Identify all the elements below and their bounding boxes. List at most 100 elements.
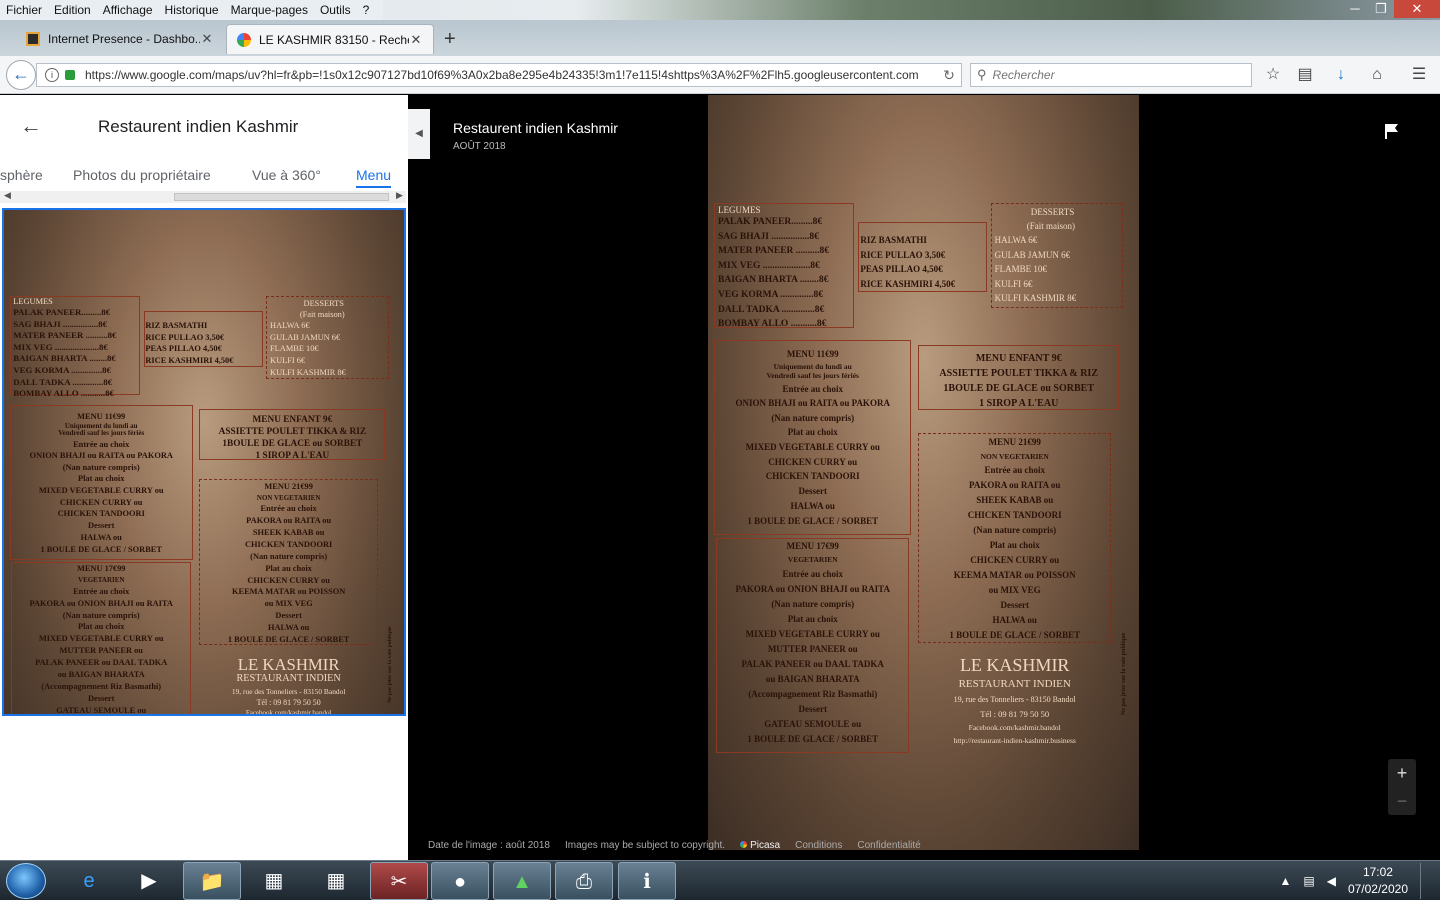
zoom-out-button[interactable]: −: [1388, 787, 1416, 815]
restore-icon[interactable]: ❐: [1368, 0, 1394, 18]
back-arrow-icon[interactable]: ←: [20, 113, 42, 139]
menu-text: 1 SIROP A L'EAU: [255, 450, 330, 461]
menu-text: KEEMA MATAR ou POISSON: [953, 570, 1076, 580]
tab-menu[interactable]: Menu: [356, 167, 392, 188]
tab-360-view[interactable]: Vue à 360°: [252, 167, 321, 183]
horizontal-scrollbar[interactable]: ◀ ▶: [0, 190, 406, 203]
menu-text: DALL TADKA ..............8€: [718, 304, 825, 315]
info-window-icon[interactable]: ℹ: [618, 862, 676, 900]
info-icon[interactable]: i: [45, 68, 59, 82]
reading-list-icon[interactable]: ▤: [1294, 65, 1316, 85]
tab-title: LE KASHMIR 83150 - Reche...: [259, 32, 409, 47]
menu-text: RICE PULLAO 3,50€: [145, 332, 225, 342]
windows-start-icon[interactable]: [6, 863, 46, 899]
menu-text: HALWA 6€: [994, 235, 1038, 245]
minimize-icon[interactable]: ─: [1342, 0, 1368, 18]
menu-text: RESTAURANT INDIEN: [958, 678, 1071, 690]
menu-text: BAIGAN BHARTA ........8€: [718, 275, 829, 286]
google-favicon-icon: [237, 32, 251, 47]
menu-text: Uniquement du lundi au: [773, 362, 852, 371]
hamburger-menu-icon[interactable]: ☰: [1408, 65, 1430, 85]
menu-text: Plat au choix: [787, 427, 838, 437]
volume-icon[interactable]: ◀: [1327, 874, 1336, 888]
lock-icon[interactable]: [65, 70, 75, 80]
menu-card-large: LEGUMES PALAK PANEER.........8€ SAG BHAJI …: [708, 95, 1139, 850]
url-text[interactable]: https://www.google.com/maps/uv?hl=fr&pb=…: [85, 68, 937, 82]
search-bar[interactable]: ⚲: [970, 63, 1252, 87]
snipping-tool-icon[interactable]: ✂: [370, 862, 428, 900]
media-player-icon[interactable]: ▶: [120, 862, 178, 900]
menu-text: MIXED VEGETABLE CURRY ou: [745, 629, 880, 639]
menu-text: RICE KASHMIRI 4,50€: [860, 278, 956, 289]
scroll-right-icon[interactable]: ▶: [396, 190, 403, 201]
tab-owner-photos[interactable]: Photos du propriétaire: [73, 167, 211, 183]
menu-text: PALAK PANEER.........8€: [718, 217, 823, 227]
close-window-icon[interactable]: ✕: [1394, 0, 1440, 18]
menu-photo-main[interactable]: LEGUMES PALAK PANEER.........8€ SAG BHAJI …: [708, 95, 1139, 850]
zoom-controls: + −: [1388, 759, 1416, 815]
back-arrow-icon[interactable]: ←: [6, 60, 36, 90]
menu-text: Tél : 09 81 79 50 50: [980, 709, 1050, 719]
tab-internet-presence[interactable]: Internet Presence - Dashbo... ✕: [16, 24, 224, 54]
download-arrow-icon[interactable]: ↓: [1330, 65, 1352, 85]
home-icon[interactable]: ⌂: [1366, 65, 1388, 85]
tab-title: Internet Presence - Dashbo...: [48, 32, 200, 46]
show-desktop-button[interactable]: [1420, 863, 1432, 899]
new-tab-icon[interactable]: +: [444, 28, 456, 50]
bookmark-star-icon[interactable]: ☆: [1262, 65, 1284, 85]
menu-card-thumbnail: LEGUMES PALAK PANEER.........8€ SAG BHAJI …: [4, 210, 404, 714]
menu-text: Plat au choix: [77, 622, 125, 632]
menu-outils[interactable]: Outils: [314, 0, 357, 20]
conditions-link[interactable]: Conditions: [795, 840, 842, 851]
menu-historique[interactable]: Historique: [159, 0, 225, 20]
scroll-left-icon[interactable]: ◀: [4, 190, 11, 201]
menu-text: Entrée au choix: [984, 465, 1045, 475]
tab-sphere[interactable]: sphère: [0, 167, 43, 183]
menu-text: PAKORA ou ONION BHAJI ou RAITA: [735, 584, 890, 594]
reload-icon[interactable]: ↻: [937, 67, 961, 84]
menu-text: (Nan nature compris): [62, 610, 140, 620]
menu-help[interactable]: ?: [357, 0, 376, 20]
flag-report-icon[interactable]: [1384, 123, 1400, 139]
menu-text: 1BOULE DE GLACE ou SORBET: [943, 383, 1095, 394]
tab-le-kashmir[interactable]: LE KASHMIR 83150 - Reche... ✕: [226, 24, 434, 54]
menu-text: FLAMBE 10€: [270, 344, 319, 354]
close-tab-icon[interactable]: ✕: [409, 32, 423, 48]
menu-text: BOMBAY ALLO ...........8€: [718, 319, 827, 330]
control-panel-icon[interactable]: ▦: [245, 862, 303, 900]
menu-text: NON VEGETARIEN: [256, 493, 321, 502]
collapse-panel-icon[interactable]: ◀: [408, 109, 430, 159]
menu-text: PEAS PILLAO 4,50€: [145, 344, 222, 354]
menu-text: VEGETARIEN: [78, 575, 125, 584]
file-explorer-icon[interactable]: 📁: [183, 862, 241, 900]
firefox-icon[interactable]: ●: [431, 862, 489, 900]
menu-text: MIXED VEGETABLE CURRY ou: [38, 634, 164, 644]
privacy-link[interactable]: Confidentialité: [857, 840, 920, 851]
url-bar[interactable]: i https://www.google.com/maps/uv?hl=fr&p…: [36, 63, 962, 87]
favicon-icon: [26, 32, 40, 46]
zoom-in-button[interactable]: +: [1388, 759, 1416, 787]
clock[interactable]: 17:02 07/02/2020: [1348, 864, 1408, 898]
menu-text: (Fait maison): [1026, 221, 1075, 231]
picasa-logo[interactable]: Picasa: [740, 840, 780, 851]
menu-text: MENU ENFANT 9€: [975, 353, 1062, 364]
green-app-icon[interactable]: ▲: [493, 862, 551, 900]
selected-menu-photo-thumbnail[interactable]: LEGUMES PALAK PANEER.........8€ SAG BHAJI …: [2, 208, 406, 716]
menu-text: ou BAIGAN BHARATA: [765, 674, 860, 684]
network-icon[interactable]: ▤: [1303, 874, 1314, 888]
printer-icon[interactable]: ⎙: [555, 862, 613, 900]
internet-explorer-icon[interactable]: e: [60, 862, 118, 900]
menu-text: BAIGAN BHARTA ........8€: [13, 353, 116, 364]
search-input[interactable]: [992, 68, 1243, 82]
scrollbar-thumb[interactable]: [174, 193, 389, 201]
menu-fichier[interactable]: Fichier: [0, 0, 48, 20]
menu-edition[interactable]: Edition: [48, 0, 97, 20]
calculator-icon[interactable]: ▦: [307, 862, 365, 900]
menu-marque-pages[interactable]: Marque-pages: [225, 0, 314, 20]
menu-affichage[interactable]: Affichage: [97, 0, 159, 20]
menu-text: Ne pas jeter sur la voie publique: [1120, 632, 1127, 715]
restaurant-brand: LE KASHMIR: [959, 655, 1070, 675]
close-tab-icon[interactable]: ✕: [200, 31, 214, 47]
panel-title: Restaurent indien Kashmir: [98, 117, 299, 136]
tray-expand-icon[interactable]: ▲: [1279, 874, 1291, 888]
